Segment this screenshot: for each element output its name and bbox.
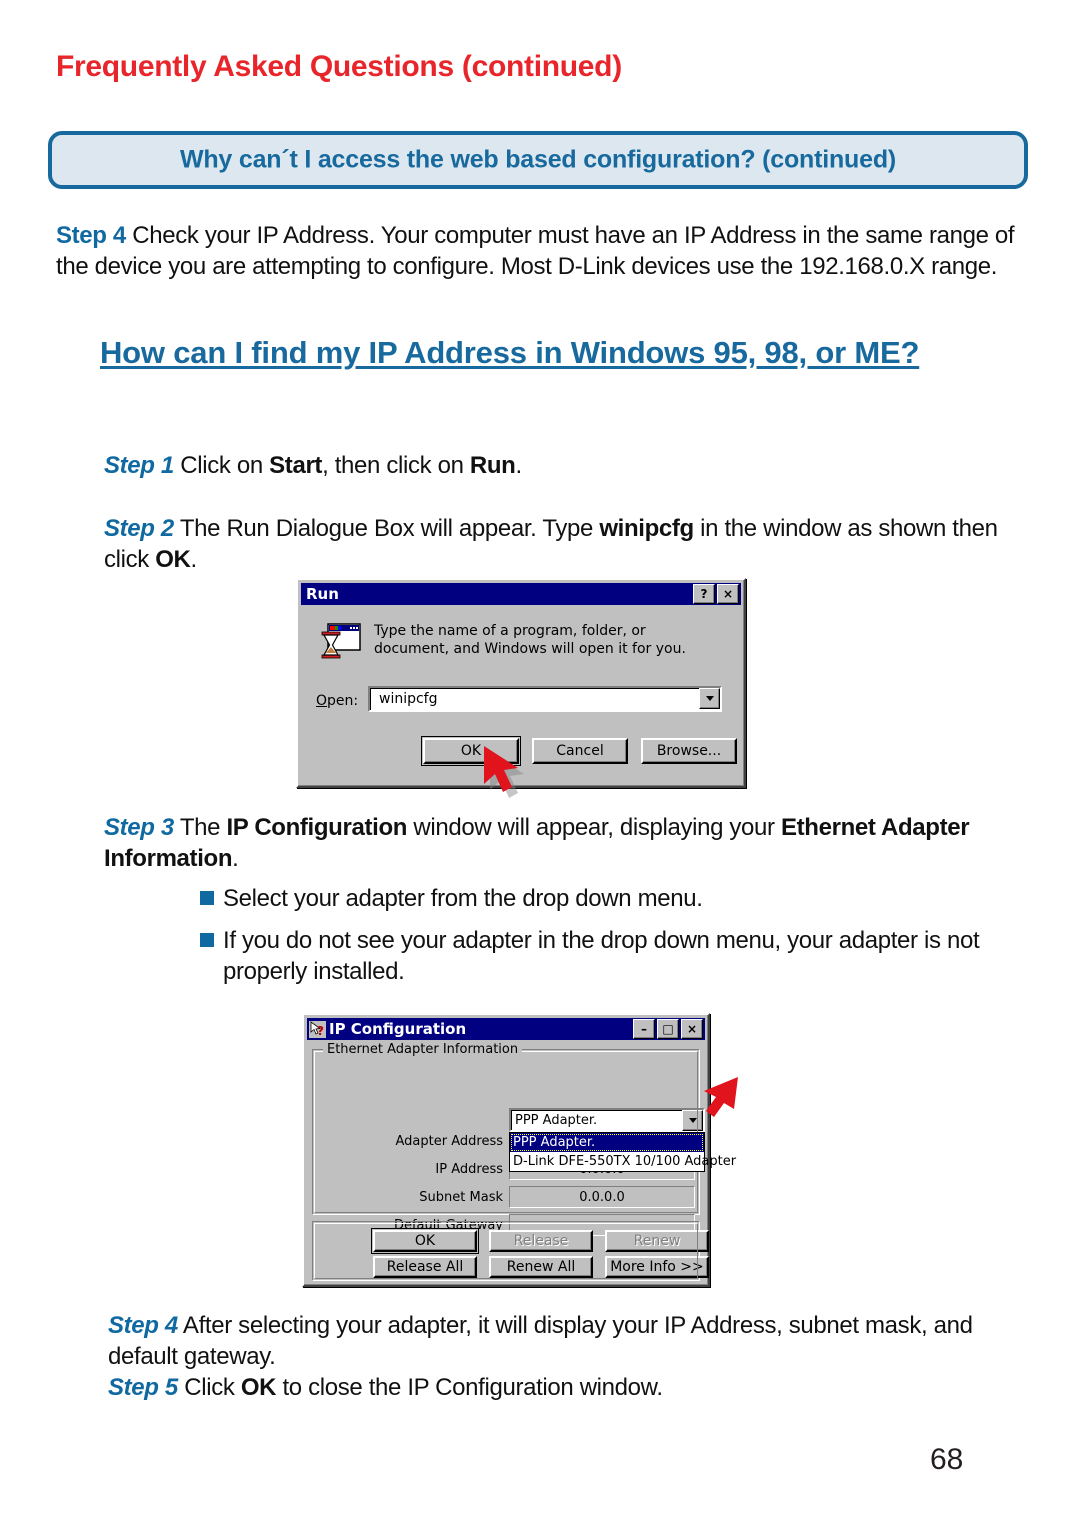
ipcfg-window-controls: – □ × xyxy=(633,1019,703,1039)
run-open-label: Open: xyxy=(316,693,359,709)
run-ok-button[interactable]: OK xyxy=(421,736,521,766)
list-item: Select your adapter from the drop down m… xyxy=(200,883,1030,914)
run-dialog-window-controls: ? × xyxy=(693,584,739,604)
close-icon[interactable]: × xyxy=(681,1019,703,1039)
ipcfg-ok-button[interactable]: OK xyxy=(371,1228,479,1254)
ipcfg-titlebar[interactable]: ? IP Configuration – □ × xyxy=(307,1018,705,1040)
step1-pre: Click on xyxy=(173,452,270,479)
dropdown-option-ppp-adapter[interactable]: PPP Adapter. xyxy=(510,1133,704,1152)
square-bullet-icon xyxy=(200,933,214,947)
help-pointer-icon: ? xyxy=(309,1020,326,1038)
step1-bold-start: Start xyxy=(269,452,323,479)
run-hourglass-window-icon xyxy=(321,623,361,659)
ipcfg-renew-all-button[interactable]: Renew All xyxy=(489,1256,593,1278)
step1-bold-run: Run xyxy=(469,452,516,479)
step4-bottom-text: After selecting your adapter, it will di… xyxy=(108,1312,973,1370)
section-banner: Why can´t I access the web based configu… xyxy=(48,131,1028,189)
step-label-4-top: Step 4 xyxy=(56,222,126,249)
step2-pre: The Run Dialogue Box will appear. Type xyxy=(173,515,600,542)
run-dialog-titlebar[interactable]: Run ? × xyxy=(301,583,741,605)
step3-post: . xyxy=(232,845,239,872)
list-item-label: If you do not see your adapter in the dr… xyxy=(223,927,980,985)
step1-mid: , then click on xyxy=(322,452,470,479)
run-dialog-window[interactable]: Run ? × Type the name of a program, fold… xyxy=(296,578,746,788)
subnet-mask-value: 0.0.0.0 xyxy=(509,1186,695,1208)
minimize-icon[interactable]: – xyxy=(633,1019,655,1039)
paragraph-step5: Step 5 Click OK to close the IP Configur… xyxy=(108,1372,1038,1403)
run-browse-button[interactable]: Browse... xyxy=(641,738,737,764)
paragraph-step1: Step 1 Click on Start, then click on Run… xyxy=(104,450,1034,481)
dropdown-option-dlink-dfe550tx[interactable]: D-Link DFE-550TX 10/100 Adapter xyxy=(510,1152,736,1171)
run-dialog-description: Type the name of a program, folder, or d… xyxy=(374,623,686,657)
run-dialog-title: Run xyxy=(306,585,339,603)
paragraph-step3: Step 3 The IP Configuration window will … xyxy=(104,812,1034,874)
chevron-down-icon[interactable] xyxy=(682,1110,703,1131)
step-label-1: Step 1 xyxy=(104,452,174,479)
ipcfg-release-all-button[interactable]: Release All xyxy=(373,1256,477,1278)
maximize-icon[interactable]: □ xyxy=(657,1019,679,1039)
step3-pre: The xyxy=(173,814,227,841)
ipcfg-title: IP Configuration xyxy=(329,1020,467,1038)
run-open-input-value[interactable]: winipcfg xyxy=(374,688,699,710)
page-number: 68 xyxy=(930,1443,964,1476)
help-icon[interactable]: ? xyxy=(693,584,715,604)
step2-post: . xyxy=(190,546,198,573)
paragraph-step4-bottom: Step 4 After selecting your adapter, it … xyxy=(108,1310,1038,1372)
ip-configuration-window[interactable]: ? IP Configuration – □ × Ethernet Adapte… xyxy=(302,1013,736,1287)
subnet-mask-label: Subnet Mask xyxy=(419,1190,503,1205)
step2-bold-ok: OK xyxy=(155,546,191,573)
step-label-3: Step 3 xyxy=(104,814,174,841)
step1-post: . xyxy=(515,452,523,479)
run-open-combobox[interactable]: winipcfg xyxy=(368,686,722,712)
run-dialog-button-row: OK Cancel Browse... xyxy=(421,736,737,766)
step5-bold-ok: OK xyxy=(240,1374,277,1401)
section-banner-label: Why can´t I access the web based configu… xyxy=(179,145,897,174)
ethernet-adapter-group-legend: Ethernet Adapter Information xyxy=(323,1042,523,1057)
section-heading-link[interactable]: How can I find my IP Address in Windows … xyxy=(100,333,1000,372)
ipcfg-renew-button[interactable]: Renew xyxy=(605,1230,709,1252)
step-label-2: Step 2 xyxy=(104,515,174,542)
list-item-label: Select your adapter from the drop down m… xyxy=(223,885,703,912)
adapter-select-combobox[interactable]: PPP Adapter. xyxy=(509,1108,705,1132)
paragraph-step4-top: Step 4 Check your IP Address. Your compu… xyxy=(56,220,1016,282)
svg-text:?: ? xyxy=(317,1024,324,1038)
ethernet-adapter-group: Ethernet Adapter Information Adapter Add… xyxy=(312,1042,736,1236)
ip-address-label: IP Address xyxy=(435,1162,503,1177)
step5-pre: Click xyxy=(177,1374,241,1401)
ipcfg-button-group: OK Release Renew Release All Renew All M… xyxy=(312,1221,709,1281)
chevron-down-icon[interactable] xyxy=(699,688,720,709)
adapter-select-dropdown-list[interactable]: PPP Adapter. D-Link DFE-550TX 10/100 Ada… xyxy=(509,1132,736,1172)
step-label-4-bottom: Step 4 xyxy=(108,1312,178,1339)
step5-post: to close the IP Configuration window. xyxy=(276,1374,663,1401)
page-title: Frequently Asked Questions (continued) xyxy=(56,50,622,83)
close-icon[interactable]: × xyxy=(717,584,739,604)
list-item: If you do not see your adapter in the dr… xyxy=(200,925,1043,987)
step3-mid: window will appear, displaying your xyxy=(407,814,781,841)
step-label-5: Step 5 xyxy=(108,1374,178,1401)
step4-top-text: Check your IP Address. Your computer mus… xyxy=(56,222,1015,280)
run-cancel-button[interactable]: Cancel xyxy=(532,738,628,764)
step3-bold-ipconfig: IP Configuration xyxy=(226,814,408,841)
paragraph-step2: Step 2 The Run Dialogue Box will appear.… xyxy=(104,513,1039,575)
step2-bold-winipcfg: winipcfg xyxy=(599,515,694,542)
adapter-address-label: Adapter Address xyxy=(395,1134,503,1149)
adapter-select-value[interactable]: PPP Adapter. xyxy=(511,1110,682,1130)
ipcfg-release-button[interactable]: Release xyxy=(489,1230,593,1252)
ipcfg-more-info-button[interactable]: More Info >> xyxy=(605,1256,709,1278)
square-bullet-icon xyxy=(200,891,214,905)
